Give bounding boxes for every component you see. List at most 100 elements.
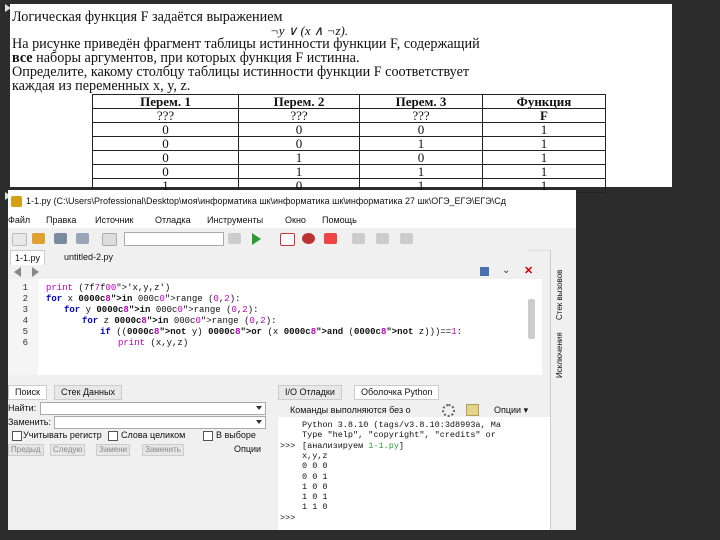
truth-table-cell: 0 (359, 150, 483, 165)
truth-table-cell: 1 (482, 136, 606, 151)
code-line: for z 0000c8">in 000c0">range (0,2): (82, 316, 277, 326)
tab-search[interactable]: Поиск (8, 385, 47, 400)
truth-table-header-cell: Перем. 1 (92, 94, 239, 109)
tab-data-stack[interactable]: Стек Данных (54, 385, 122, 400)
line-number: 5 (22, 327, 28, 337)
tab-exceptions[interactable]: Исключения (555, 332, 564, 378)
menu-tools[interactable]: Инструменты (207, 215, 263, 225)
truth-table-row: 0111 (92, 164, 606, 179)
find-input[interactable] (40, 402, 266, 415)
save-all-icon[interactable] (76, 233, 89, 244)
line-number: 4 (22, 316, 28, 326)
search-pane: Поиск Стек Данных Найти: Заменить: Учиты… (8, 383, 270, 530)
open-folder-icon[interactable] (32, 233, 45, 244)
truth-table-cell: 1 (238, 150, 360, 165)
bug-icon[interactable] (302, 233, 315, 244)
menu-file[interactable]: Файл (8, 215, 30, 225)
menu-debug[interactable]: Отладка (155, 215, 191, 225)
truth-table-cell: 0 (92, 164, 239, 179)
pin-icon[interactable] (480, 267, 489, 276)
task-statement-panel: Логическая функция F задаётся выражением… (10, 4, 672, 193)
code-line: if ((0000c8">not y) 0000c8">or (x 0000c8… (100, 327, 463, 337)
task-line-1: Логическая функция F задаётся выражением (12, 9, 283, 25)
close-tab-icon[interactable]: ✕ (524, 264, 533, 277)
menu-source[interactable]: Источник (95, 215, 133, 225)
truth-table-cell: F (482, 108, 606, 123)
ide-window: 1-1.py (C:\Users\Professional\Desktop\мо… (8, 190, 576, 530)
truth-table-cell: 0 (92, 136, 239, 151)
replace-input[interactable] (54, 416, 266, 429)
truth-table-header-cell: Перем. 3 (359, 94, 483, 109)
tab-untitled-2[interactable]: untitled-2.py (60, 250, 117, 264)
tab-1-1-py[interactable]: 1-1.py (10, 250, 46, 265)
editor-scrollbar[interactable] (528, 299, 535, 339)
shell-options-button[interactable]: Опции ▾ (494, 405, 528, 416)
truth-table-header-cell: Перем. 2 (238, 94, 360, 109)
code-line: print (7f7f00">'x,y,z') (46, 283, 171, 293)
replace-label: Заменить: (8, 417, 51, 427)
code-editor[interactable]: 1 print (7f7f00">'x,y,z') 2 for x 0000c8">i… (8, 279, 542, 375)
previous-button[interactable]: Предыд (8, 444, 44, 456)
menu-window[interactable]: Окно (285, 215, 306, 225)
truth-table-row: ????????? F (92, 108, 606, 123)
right-sidebar: Стек вызовов Исключения (550, 250, 576, 530)
run-icon[interactable] (252, 233, 261, 245)
in-selection-checkbox[interactable] (203, 431, 213, 441)
toolbar-search-input[interactable] (124, 232, 224, 246)
search-go-icon[interactable] (228, 233, 241, 244)
truth-table-body: ????????? F 0 0 0 1 0 0 1 1 0 1 0 1 0 1 1 1 1 0 1 1 (92, 108, 606, 193)
shell-output-line: Type "help", "copyright", "credits" or (302, 430, 496, 441)
whole-words-checkbox[interactable] (108, 431, 118, 441)
stop-icon[interactable] (324, 233, 337, 244)
step-icon[interactable] (352, 233, 365, 244)
truth-table-cell: ??? (238, 108, 360, 123)
chevron-down-icon[interactable]: ⌄ (502, 265, 510, 276)
title-bar: 1-1.py (C:\Users\Professional\Desktop\мо… (8, 190, 576, 212)
save-icon[interactable] (54, 233, 67, 244)
toolbar (8, 228, 576, 251)
new-file-icon[interactable] (12, 233, 27, 246)
truth-table-row: 0001 (92, 122, 606, 137)
tab-debug-io[interactable]: I/O Отладки (278, 385, 342, 400)
app-icon (11, 196, 22, 207)
debug-icon[interactable] (280, 233, 295, 246)
line-number: 3 (22, 305, 28, 315)
truth-table-cell: 1 (482, 164, 606, 179)
truth-table-cell: 1 (359, 136, 483, 151)
shell-output-line: x,y,z (302, 450, 328, 461)
match-case-checkbox[interactable] (12, 431, 22, 441)
forward-arrow-icon[interactable] (32, 267, 39, 277)
clear-shell-icon[interactable] (466, 404, 479, 416)
match-case-label: Учитывать регистр (23, 430, 102, 440)
chevron-down-icon[interactable] (256, 420, 262, 424)
replace-button[interactable]: Замени (96, 444, 131, 456)
tab-call-stack[interactable]: Стек вызовов (555, 270, 564, 320)
truth-table-cell: 0 (359, 122, 483, 137)
truth-table-cell: 1 (359, 164, 483, 179)
python-shell-output[interactable]: Python 3.8.10 (tags/v3.8.10:3d8993a, Ma T… (278, 417, 550, 530)
shell-toolbar-label: Команды выполняются без о (290, 405, 411, 415)
code-line: for y 0000c8">in 000c0">range (0,2): (64, 305, 259, 315)
task-line-2: На рисунке приведён фрагмент таблицы ист… (12, 36, 480, 52)
shell-output-line: 1 0 0 (302, 481, 328, 492)
close-file-icon[interactable] (102, 233, 117, 246)
truth-table-cell: 1 (482, 150, 606, 165)
step-over-icon[interactable] (376, 233, 389, 244)
truth-table-cell: 0 (92, 150, 239, 165)
back-arrow-icon[interactable] (14, 267, 21, 277)
in-selection-label: В выборе (216, 430, 256, 440)
truth-table-cell: ??? (92, 108, 239, 123)
settings-icon[interactable] (442, 404, 455, 417)
next-button[interactable]: Следую (50, 444, 86, 456)
menu-help[interactable]: Помощь (322, 215, 357, 225)
whole-words-label: Слова целиком (121, 430, 186, 440)
truth-table-cell: 1 (482, 122, 606, 137)
step-out-icon[interactable] (400, 233, 413, 244)
menu-bar: Файл Правка Источник Отладка Инструменты… (8, 212, 576, 228)
replace-all-button[interactable]: Заменить (142, 444, 184, 456)
chevron-down-icon[interactable] (256, 406, 262, 410)
menu-edit[interactable]: Правка (46, 215, 76, 225)
truth-table-cell: 0 (238, 136, 360, 151)
tab-python-shell[interactable]: Оболочка Python (354, 385, 440, 400)
search-options-button[interactable]: Опции (234, 444, 261, 454)
